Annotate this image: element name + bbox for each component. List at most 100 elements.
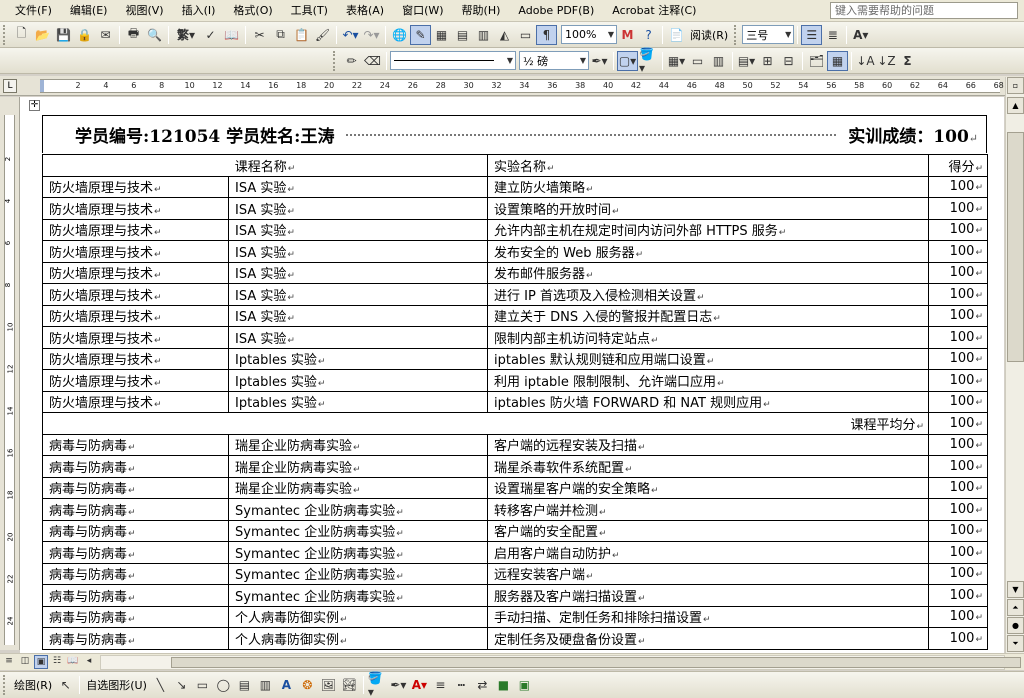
score-cell[interactable]: 100↵ (928, 584, 988, 607)
scroll-thumb[interactable] (1007, 132, 1024, 362)
task-cell[interactable]: 设置瑞星客户端的安全策略↵ (487, 476, 929, 499)
task-cell[interactable]: 发布邮件服务器↵ (487, 261, 929, 284)
task-cell[interactable]: 允许内部主机在规定时间内访问外部 HTTPS 服务↵ (487, 218, 929, 241)
scroll-up-icon[interactable]: ▲ (1007, 97, 1024, 114)
lab-cell[interactable]: ISA 实验↵ (228, 175, 488, 198)
course-cell[interactable]: 防火墙原理与技术↵ (42, 347, 229, 370)
score-column-header[interactable]: 得分↵ (928, 154, 988, 177)
task-cell[interactable]: 客户端的远程安装及扫描↵ (487, 433, 929, 456)
browse-object-icon[interactable]: ● (1007, 617, 1024, 634)
cut-icon[interactable]: ✂ (249, 25, 270, 45)
table-autoformat-icon[interactable]: 🗂 (806, 51, 827, 71)
line-weight-select[interactable]: ½ 磅 ▼ (519, 51, 589, 70)
previous-page-icon[interactable]: ⏶ (1007, 599, 1024, 616)
lab-cell[interactable]: 瑞星企业防病毒实验↵ (228, 476, 488, 499)
new-document-icon[interactable]: 🗋 (11, 25, 32, 45)
diagram-icon[interactable]: ❂ (297, 675, 318, 695)
redo-icon[interactable]: ↷▾ (361, 25, 382, 45)
arrow-style-icon[interactable]: ⇄ (472, 675, 493, 695)
research-icon[interactable]: 📖 (221, 25, 242, 45)
course-cell[interactable]: 防火墙原理与技术↵ (42, 283, 229, 306)
3d-icon[interactable]: ▣ (514, 675, 535, 695)
lab-column-header[interactable]: 实验名称↵ (487, 154, 929, 177)
lab-cell[interactable]: ISA 实验↵ (228, 197, 488, 220)
undo-icon[interactable]: ↶▾ (340, 25, 361, 45)
course-cell[interactable]: 病毒与防病毒↵ (42, 541, 229, 564)
lab-cell[interactable]: ISA 实验↵ (228, 240, 488, 263)
menu-help[interactable]: 帮助(H) (453, 1, 510, 21)
course-cell[interactable]: 防火墙原理与技术↵ (42, 197, 229, 220)
distribute-rows-icon[interactable]: ⊞ (757, 51, 778, 71)
course-cell[interactable]: 病毒与防病毒↵ (42, 605, 229, 628)
score-cell[interactable]: 100↵ (928, 390, 988, 413)
table-move-handle[interactable]: ✛ (29, 100, 40, 111)
lab-cell[interactable]: Iptables 实验↵ (228, 390, 488, 413)
vertical-textbox-icon[interactable]: ▥ (255, 675, 276, 695)
course-cell[interactable]: 防火墙原理与技术↵ (42, 261, 229, 284)
sort-descending-icon[interactable]: ↓Z (876, 51, 897, 71)
select-objects-icon[interactable]: ↖ (55, 675, 76, 695)
tab-selector[interactable]: L (3, 79, 17, 93)
task-cell[interactable]: 发布安全的 Web 服务器↵ (487, 240, 929, 263)
font-color-icon[interactable]: A▾ (850, 25, 871, 45)
line-color-icon[interactable]: ✒▾ (388, 675, 409, 695)
eraser-icon[interactable]: ⌫ (362, 51, 383, 71)
lab-cell[interactable]: ISA 实验↵ (228, 283, 488, 306)
insert-excel-icon[interactable]: ▤ (452, 25, 473, 45)
document-map-icon[interactable]: ▭ (515, 25, 536, 45)
scroll-left-icon[interactable]: ◂ (82, 655, 96, 669)
draw-table-icon[interactable]: ✏ (341, 51, 362, 71)
traditional-chinese-icon[interactable]: 繁▾ (172, 25, 200, 45)
task-cell[interactable]: 设置策略的开放时间↵ (487, 197, 929, 220)
rectangle-icon[interactable]: ▭ (192, 675, 213, 695)
course-cell[interactable]: 病毒与防病毒↵ (42, 562, 229, 585)
menu-format[interactable]: 格式(O) (224, 1, 281, 21)
task-cell[interactable]: 服务器及客户端扫描设置↵ (487, 584, 929, 607)
menu-acrobat-comment[interactable]: Acrobat 注释(C) (603, 1, 705, 21)
outline-view-icon[interactable]: ☷ (50, 655, 64, 669)
lab-cell[interactable]: 个人病毒防御实例↵ (228, 605, 488, 628)
score-cell[interactable]: 100↵ (928, 197, 988, 220)
course-cell[interactable]: 防火墙原理与技术↵ (42, 240, 229, 263)
align-justify-icon[interactable]: ☰ (801, 24, 823, 45)
reading-view-icon[interactable]: 📖 (66, 655, 80, 669)
task-cell[interactable]: 客户端的安全配置↵ (487, 519, 929, 542)
copy-icon[interactable]: ⧉ (270, 25, 291, 45)
score-cell[interactable]: 100↵ (928, 326, 988, 349)
format-painter-icon[interactable]: 🖌 (312, 25, 333, 45)
split-cells-icon[interactable]: ▥ (708, 51, 729, 71)
course-cell[interactable]: 防火墙原理与技术↵ (42, 304, 229, 327)
print-icon[interactable]: 🖶 (123, 25, 144, 45)
score-cell[interactable]: 100↵ (928, 476, 988, 499)
distribute-columns-icon[interactable]: ⊟ (778, 51, 799, 71)
next-page-icon[interactable]: ⏷ (1007, 635, 1024, 652)
fill-color-icon[interactable]: 🪣▾ (367, 671, 388, 698)
line-icon[interactable]: ╲ (150, 675, 171, 695)
paste-icon[interactable]: 📋 (291, 25, 312, 45)
tables-borders-icon[interactable]: ✎ (410, 24, 431, 45)
read-mode-button[interactable]: 阅读(R) (687, 27, 731, 43)
sort-ascending-icon[interactable]: ↓A (855, 51, 876, 71)
shading-color-icon[interactable]: 🪣▾ (638, 47, 659, 75)
read-mode-icon[interactable]: 📄 (666, 25, 687, 45)
ms-office-icon[interactable]: M (617, 25, 638, 45)
task-cell[interactable]: 建立关于 DNS 入侵的警报并配置日志↵ (487, 304, 929, 327)
score-cell[interactable]: 100↵ (928, 433, 988, 456)
oval-icon[interactable]: ◯ (213, 675, 234, 695)
course-cell[interactable]: 病毒与防病毒↵ (42, 584, 229, 607)
menu-file[interactable]: 文件(F) (6, 1, 61, 21)
drawing-icon[interactable]: ◭ (494, 25, 515, 45)
arrow-icon[interactable]: ↘ (171, 675, 192, 695)
font-size-select[interactable]: 三号 ▼ (742, 25, 795, 44)
zoom-select[interactable]: 100% ▼ (561, 25, 617, 44)
task-cell[interactable]: 远程安装客户端↵ (487, 562, 929, 585)
score-cell[interactable]: 100↵ (928, 304, 988, 327)
task-cell[interactable]: iptables 防火墙 FORWARD 和 NAT 规则应用↵ (487, 390, 929, 413)
course-cell[interactable]: 防火墙原理与技术↵ (42, 326, 229, 349)
task-cell[interactable]: 定制任务及硬盘备份设置↵ (487, 627, 929, 650)
dash-style-icon[interactable]: ┅ (451, 675, 472, 695)
score-cell[interactable]: 100↵ (928, 240, 988, 263)
task-cell[interactable]: 转移客户端并检测↵ (487, 498, 929, 521)
line-style-select[interactable]: ▼ (390, 51, 516, 70)
average-score-cell[interactable]: 100↵ (928, 412, 988, 435)
